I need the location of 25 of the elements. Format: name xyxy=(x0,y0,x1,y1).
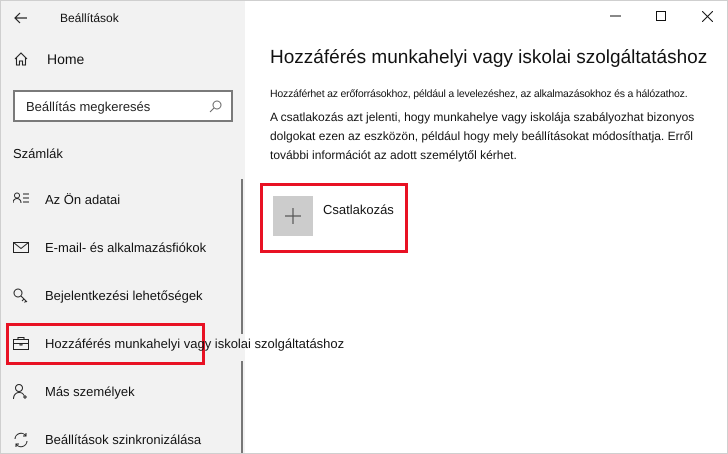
envelope-icon xyxy=(13,240,29,256)
key-icon xyxy=(13,288,29,304)
nav-item[interactable]: E-mail- és alkalmazásfiókok xyxy=(1,224,245,272)
home-item[interactable]: Home xyxy=(1,35,245,83)
nav-item[interactable]: Más személyek xyxy=(1,368,245,416)
sync-icon xyxy=(13,432,29,448)
nav-item[interactable]: Az Ön adatai xyxy=(1,176,245,224)
section-heading: Számlák xyxy=(13,145,64,163)
description-text: A csatlakozás azt jelenti, hogy munkahelye vagy iskolája szabályozhat bizonyos dolgokat ezen az eszközön, például hogy mely beállításokat módosíthatja. Erről további információt az adott személytől kérhet. xyxy=(270,109,696,164)
window-title: Beállítások xyxy=(60,10,119,27)
minimize-icon xyxy=(610,15,620,17)
search-icon xyxy=(209,100,222,113)
back-icon xyxy=(14,12,28,24)
close-icon xyxy=(702,10,712,22)
maximize-icon xyxy=(656,11,666,21)
description-text: Hozzáférhet az erőforrásokhoz, például a levelezéshez, az alkalmazásokhoz és a hálózathoz. xyxy=(270,86,688,102)
join-button[interactable]: Csatlakozás xyxy=(273,196,394,236)
nav-item[interactable]: Bejelentkezési lehetőségek xyxy=(1,272,245,320)
plus-icon xyxy=(285,208,301,224)
page-heading: Hozzáférés munkahelyi vagy iskolai szolgáltatáshoz xyxy=(270,46,708,70)
person-add-icon xyxy=(13,384,29,400)
nav-item[interactable]: Beállítások szinkronizálása xyxy=(1,416,245,453)
search-field[interactable]: Beállítás megkeresés xyxy=(13,90,233,122)
briefcase-icon xyxy=(13,336,29,352)
home-icon xyxy=(14,52,28,66)
